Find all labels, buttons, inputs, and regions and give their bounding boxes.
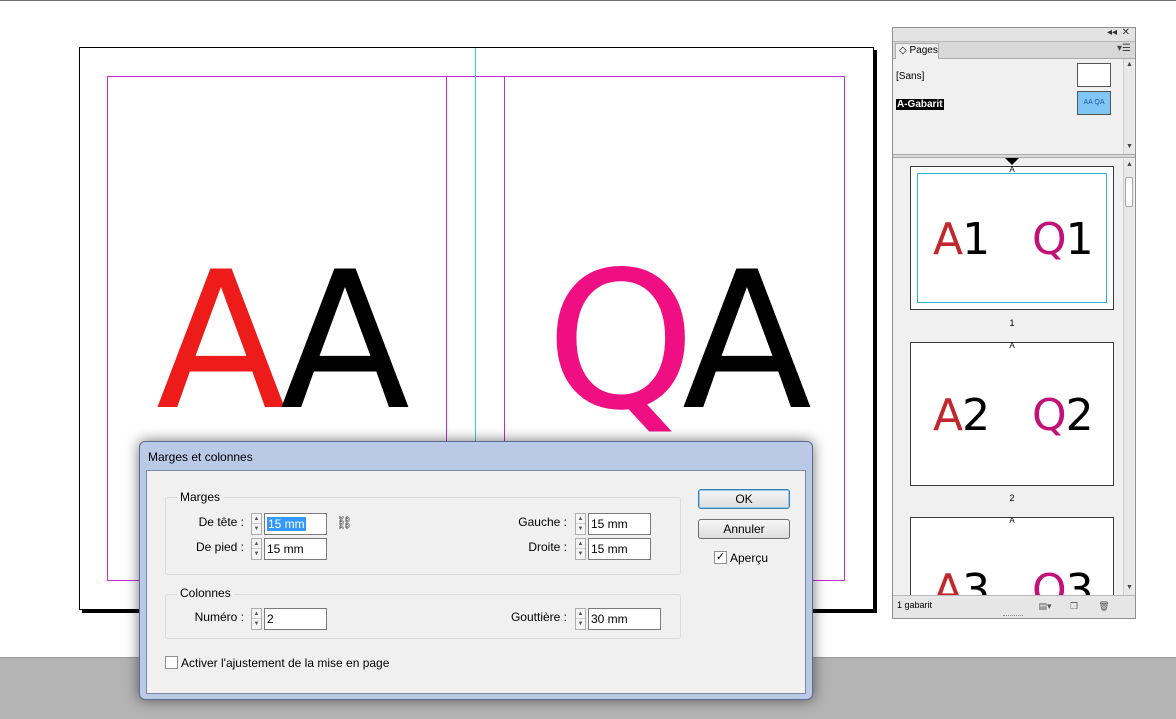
pages-status: 1 gabarit xyxy=(897,600,933,610)
expand-collapse-icon: ◇ xyxy=(899,45,907,56)
bottom-margin-input[interactable]: 15 mm xyxy=(264,538,327,560)
insert-marker-icon xyxy=(1005,158,1019,165)
collapse-panel-icon[interactable]: ◂◂ xyxy=(1107,27,1117,38)
top-margin-input[interactable]: 15 mm xyxy=(264,513,327,535)
margins-group-label: Marges xyxy=(177,490,224,504)
right-margin-label: Droite : xyxy=(528,540,567,554)
margins-columns-dialog: Marges et colonnes Marges De tête : ▲ ▼ 1… xyxy=(139,441,813,700)
master-mark: A xyxy=(1009,517,1015,525)
scroll-down-icon[interactable]: ▼ xyxy=(1124,583,1135,593)
scroll-up-icon[interactable]: ▲ xyxy=(1124,60,1135,70)
right-margin-stepper[interactable]: ▲ ▼ xyxy=(575,538,586,560)
column-number-input[interactable]: 2 xyxy=(264,608,327,630)
preview-checkbox[interactable]: ✓ xyxy=(714,551,727,564)
gutter-label: Gouttière : xyxy=(510,610,567,624)
page-thumb-2[interactable]: A A2 Q2 xyxy=(910,341,1114,486)
bottom-margin-stepper[interactable]: ▲ ▼ xyxy=(251,538,262,560)
page-thumb-3[interactable]: A A3 Q3 xyxy=(910,517,1114,595)
panel-title-bar: ◂◂ ✕ xyxy=(893,27,1135,42)
dialog-body: Marges De tête : ▲ ▼ 15 mm ⛓ De pied : ▲ ▼… xyxy=(146,470,806,694)
margins-group xyxy=(165,497,681,575)
dialog-title: Marges et colonnes xyxy=(148,450,253,464)
left-margin-input[interactable]: 15 mm xyxy=(588,513,651,535)
thumb-right-letters: Q3 xyxy=(1032,565,1094,596)
top-margin-label: De tête : xyxy=(198,515,244,529)
page-number-2: 2 xyxy=(1009,493,1015,503)
panel-tab-row: ◇ Pages ▾☰ xyxy=(893,42,1135,59)
thumb-left-letters: A1 xyxy=(933,214,990,265)
master-mark: A xyxy=(1009,341,1015,350)
chain-link-icon[interactable]: ⛓ xyxy=(336,515,353,531)
tab-pages[interactable]: ◇ Pages xyxy=(895,43,939,59)
new-page-icon[interactable]: ❐ xyxy=(1067,600,1081,612)
thumb-left-letters: A3 xyxy=(933,565,990,596)
column-number-stepper[interactable]: ▲ ▼ xyxy=(251,608,262,630)
thumb-left-letters: A2 xyxy=(933,390,990,441)
thumb-right-letters: Q2 xyxy=(1032,390,1094,441)
left-margin-stepper[interactable]: ▲ ▼ xyxy=(575,513,586,535)
resize-grip-icon[interactable] xyxy=(1003,615,1023,617)
scroll-up-icon[interactable]: ▲ xyxy=(1124,160,1135,170)
master-none-label[interactable]: [Sans] xyxy=(896,71,924,82)
close-panel-icon[interactable]: ✕ xyxy=(1122,27,1130,38)
right-margin-input[interactable]: 15 mm xyxy=(588,538,651,560)
page-number-1: 1 xyxy=(1009,318,1015,328)
column-number-label: Numéro : xyxy=(194,610,244,624)
page-thumb-1[interactable]: A A1 Q1 xyxy=(910,165,1114,310)
gutter-stepper[interactable]: ▲ ▼ xyxy=(575,608,586,630)
checkmark-icon: ✓ xyxy=(715,551,726,563)
left-margin-label: Gauche : xyxy=(518,515,567,529)
panel-bottom-bar: 1 gabarit ▤▾ ❐ 🗑 xyxy=(893,595,1135,618)
pages-panel: ◂◂ ✕ ◇ Pages ▾☰ [Sans] A-Gabarit AA QA ▲… xyxy=(892,27,1136,619)
scroll-thumb[interactable] xyxy=(1125,177,1133,207)
pages-scrollbar[interactable]: ▲ ▼ xyxy=(1123,159,1134,595)
columns-group-label: Colonnes xyxy=(177,586,234,600)
trash-icon[interactable]: 🗑 xyxy=(1097,600,1111,612)
bottom-margin-label: De pied : xyxy=(195,540,244,554)
layout-adjust-label[interactable]: Activer l'ajustement de la mise en page xyxy=(181,656,389,670)
top-border xyxy=(0,0,1176,1)
thumb-right-letters: Q1 xyxy=(1032,214,1094,265)
gutter-input[interactable]: 30 mm xyxy=(588,608,661,630)
top-margin-stepper[interactable]: ▲ ▼ xyxy=(251,513,262,535)
spread-letter-3: Q xyxy=(546,231,696,452)
spread-letter-4: A xyxy=(682,231,812,452)
layout-adjust-checkbox[interactable] xyxy=(165,656,178,669)
master-a-gabarit-label[interactable]: A-Gabarit xyxy=(896,99,944,110)
spread-letter-2: A xyxy=(280,231,410,452)
master-a-gabarit-thumb[interactable]: AA QA xyxy=(1077,91,1111,115)
masters-scrollbar[interactable]: ▲ ▼ xyxy=(1123,59,1134,154)
preview-label[interactable]: Aperçu xyxy=(730,551,768,565)
master-none-thumb[interactable] xyxy=(1077,63,1111,87)
panel-menu-icon[interactable]: ▾☰ xyxy=(1117,43,1131,54)
ok-button[interactable]: OK xyxy=(698,489,790,509)
tab-pages-label: Pages xyxy=(909,45,938,56)
cancel-button[interactable]: Annuler xyxy=(698,519,790,539)
page-size-icon[interactable]: ▤▾ xyxy=(1038,600,1052,612)
scroll-down-icon[interactable]: ▼ xyxy=(1124,142,1135,152)
spread-letter-1: A xyxy=(156,231,286,452)
